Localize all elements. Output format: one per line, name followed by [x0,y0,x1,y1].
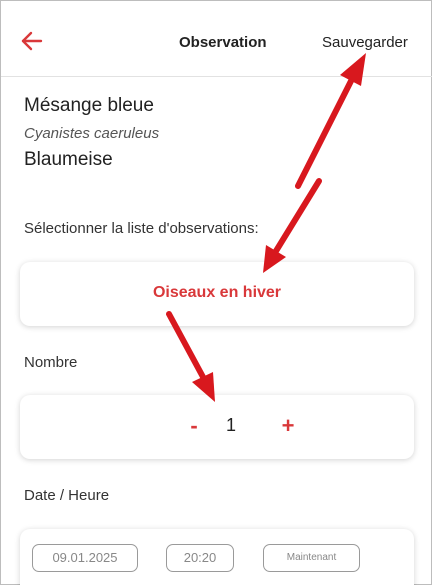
species-latin-name: Cyanistes caeruleus [24,125,160,142]
arrow-left-icon [21,31,43,51]
count-value: 1 [225,415,236,435]
page-title: Observation [179,34,267,51]
selected-list-name: Oiseaux en hiver [152,284,282,301]
count-section-label: Nombre [24,354,78,371]
top-app-bar: Observation Sauvegarder [1,1,432,77]
observation-list-selector[interactable]: Oiseaux en hiver [20,262,414,326]
datetime-section-label: Date / Heure [24,487,110,504]
count-stepper: - 1 + [20,395,414,459]
annotation-arrow-to-list [263,178,322,273]
back-button[interactable] [19,29,49,53]
time-field[interactable]: 20:20 [166,544,234,572]
list-section-label: Sélectionner la liste d'observations: [24,220,259,237]
annotation-arrow-to-count [166,311,215,402]
date-field[interactable]: 09.01.2025 [32,544,138,572]
app-screen: Observation Sauvegarder Mésange bleue Cy… [0,0,432,585]
save-button[interactable]: Sauvegarder [322,34,408,51]
now-button[interactable]: Maintenant [263,544,360,572]
datetime-card: 09.01.2025 20:20 Maintenant [20,529,414,585]
increment-button[interactable]: + [276,413,300,441]
decrement-button[interactable]: - [182,413,206,441]
species-common-name: Mésange bleue [24,95,154,116]
species-german-name: Blaumeise [24,149,113,170]
